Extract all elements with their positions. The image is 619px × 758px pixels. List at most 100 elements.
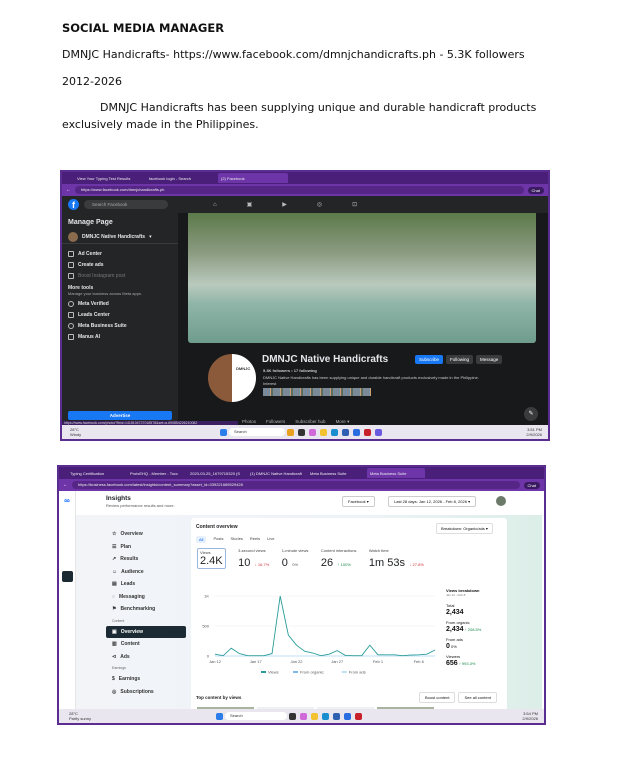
browser-tab-active[interactable]: (2) Facebook — [218, 173, 288, 183]
browser-tab-active[interactable]: Meta Business Suite — [367, 468, 425, 478]
sidebar-item-meta-business-suite[interactable]: Meta Business Suite — [62, 320, 178, 331]
nav-results[interactable]: ↗ Results — [106, 553, 186, 566]
app-icon[interactable] — [300, 712, 307, 720]
see-all-content-button[interactable]: See all content — [458, 692, 497, 703]
sidebar-item-create-ads[interactable]: Create ads — [62, 259, 178, 270]
back-icon[interactable]: ← — [66, 187, 71, 193]
app-icon[interactable] — [342, 428, 349, 436]
taskbar-search[interactable]: Search — [229, 428, 285, 436]
message-button[interactable]: Message — [476, 355, 503, 364]
sidebar-item-meta-verified[interactable]: Meta Verified — [62, 298, 178, 309]
mcafee-icon[interactable] — [355, 712, 362, 720]
nav-messaging[interactable]: ◌ Messaging — [106, 591, 186, 604]
folder-icon[interactable] — [311, 712, 318, 720]
kpi-content-interactions[interactable]: Content interactions 26 ↑ 100% — [321, 548, 357, 571]
app-icon[interactable] — [298, 428, 305, 436]
following-button[interactable]: Following — [446, 355, 474, 364]
facebook-logo-icon[interactable]: f — [68, 199, 79, 210]
search-input[interactable]: Search Facebook — [84, 200, 168, 209]
legend-label: From organic — [300, 670, 324, 675]
browser-tab[interactable]: facebook login - Search — [146, 173, 216, 183]
app-icon[interactable] — [375, 428, 382, 436]
edge-icon[interactable] — [331, 428, 338, 436]
nav-plan[interactable]: ☰ Plan — [106, 541, 186, 554]
filter-live[interactable]: Live — [267, 536, 274, 543]
date-range-dropdown[interactable]: Last 28 days: Jan 12, 2026 - Feb 8, 2026… — [388, 496, 477, 507]
sidebar-item-label: Meta Business Suite — [78, 322, 127, 329]
browser-tab[interactable]: (1) DMNJC Native Handicraft — [247, 468, 305, 478]
messaging-icon: ◌ — [112, 593, 115, 600]
sidebar-item-boost-instagram[interactable]: Boost Instagram post — [62, 270, 178, 281]
meta-logo-icon[interactable]: ∞ — [59, 496, 75, 505]
mcafee-icon[interactable] — [364, 428, 371, 436]
platform-dropdown[interactable]: Facebook ▾ — [342, 496, 375, 507]
boost-content-button[interactable]: Boost content — [419, 692, 456, 703]
follower-stats[interactable]: 5.3K followers • 17 following — [263, 368, 317, 373]
url-input[interactable]: https://business.facebook.com/latest/ins… — [72, 481, 520, 489]
page-switcher[interactable]: DMNJC Native Handicrafts ▾ — [62, 230, 178, 244]
breakdown-dropdown[interactable]: Breakdown: Organic/ads ▾ — [436, 523, 493, 534]
follower-avatars[interactable] — [263, 388, 371, 396]
browser-tab[interactable]: View Your Typing Test Results — [74, 173, 144, 183]
chat-button[interactable]: Chat — [527, 186, 544, 194]
doc-company-line: DMNJC Handicrafts- https://www.facebook.… — [62, 48, 525, 61]
filter-reels[interactable]: Reels — [250, 536, 260, 543]
app-icon[interactable] — [289, 712, 296, 720]
edit-icon[interactable]: ✎ — [524, 407, 538, 421]
subscribe-button[interactable]: Subscribe — [415, 355, 444, 364]
nav-ads[interactable]: ⊲ Ads — [106, 651, 186, 664]
kpi-watch-time[interactable]: Watch time 1m 53s ↓ 27.8% — [369, 548, 424, 571]
app-icon[interactable] — [309, 428, 316, 436]
folder-icon[interactable] — [320, 428, 327, 436]
overview-icon: ▣ — [112, 628, 117, 635]
nav-earnings[interactable]: $ Earnings — [106, 673, 186, 686]
nav-content-overview-active[interactable]: ▣ Overview — [106, 625, 186, 638]
address-bar: ← https://www.facebook.com/dmnjchandicra… — [62, 184, 548, 196]
sidebar-item-label: Create ads — [78, 261, 104, 268]
ads-value: 0 — [446, 643, 450, 650]
app-icon[interactable] — [287, 428, 294, 436]
browser-tab[interactable]: ProtxEHQ - Member - Tocc — [127, 468, 185, 478]
app-icon[interactable] — [344, 712, 351, 720]
filter-posts[interactable]: Posts — [213, 536, 223, 543]
legend-swatch — [261, 671, 266, 673]
kpi-views[interactable]: Views 2.4K — [197, 548, 226, 569]
sidebar-item-manus-ai[interactable]: Manus AI — [62, 331, 178, 342]
windows-start-icon[interactable] — [216, 712, 223, 720]
app-icon[interactable] — [353, 428, 360, 436]
date-range-value: Last 28 days: Jan 12, 2026 - Feb 8, 2026 — [394, 499, 467, 504]
kpi-1-minute-views[interactable]: 1-minute views 0 0% — [282, 548, 309, 571]
nav-content[interactable]: ▥ Content — [106, 638, 186, 651]
insights-icon[interactable] — [62, 571, 73, 582]
nav-overview[interactable]: ☆ Overview — [106, 528, 186, 541]
profile-picture[interactable]: DMNJC — [206, 352, 258, 404]
filter-all[interactable]: All — [196, 536, 207, 543]
browser-tab[interactable]: Meta Business Suite — [307, 468, 365, 478]
nav-leads[interactable]: ▤ Leads — [106, 578, 186, 591]
views-breakdown: Views breakdown Jan 12 - Feb 8 Total 2,4… — [446, 588, 504, 668]
sidebar-item-label: Leads Center — [78, 311, 110, 318]
sidebar-item-leads-center[interactable]: Leads Center — [62, 309, 178, 320]
browser-tab[interactable]: Typing Certification — [67, 468, 125, 478]
nav-audience[interactable]: ☺ Audience — [106, 566, 186, 579]
nav-label: Overview — [120, 628, 143, 635]
account-avatar[interactable] — [496, 496, 506, 506]
nav-section-content: Content — [112, 618, 125, 623]
filter-stories[interactable]: Stories — [230, 536, 242, 543]
nav-icons[interactable]: ⌂▣▶◎⊡ — [213, 201, 387, 208]
back-icon[interactable]: ← — [63, 482, 68, 488]
legend-label: Views — [268, 670, 279, 675]
edge-icon[interactable] — [322, 712, 329, 720]
url-input[interactable]: https://www.facebook.com/dmnjchandicraft… — [75, 186, 524, 194]
nav-subscriptions[interactable]: ◎ Subscriptions — [106, 686, 186, 699]
kpi-3-second-views[interactable]: 3-second views 10 ↓ 16.7% — [238, 548, 269, 571]
chat-button[interactable]: Chat — [523, 481, 540, 489]
taskbar-search[interactable]: Search — [225, 712, 287, 720]
app-icon[interactable] — [333, 712, 340, 720]
advertise-button[interactable]: Advertise — [68, 411, 172, 420]
windows-start-icon[interactable] — [220, 428, 227, 436]
sidebar-item-ad-center[interactable]: Ad Center — [62, 248, 178, 259]
browser-tab[interactable]: 2023-03-25_1679715320 (S — [187, 468, 245, 478]
cover-photo[interactable] — [188, 213, 536, 343]
nav-benchmarking[interactable]: ⚑ Benchmarking — [106, 603, 186, 616]
